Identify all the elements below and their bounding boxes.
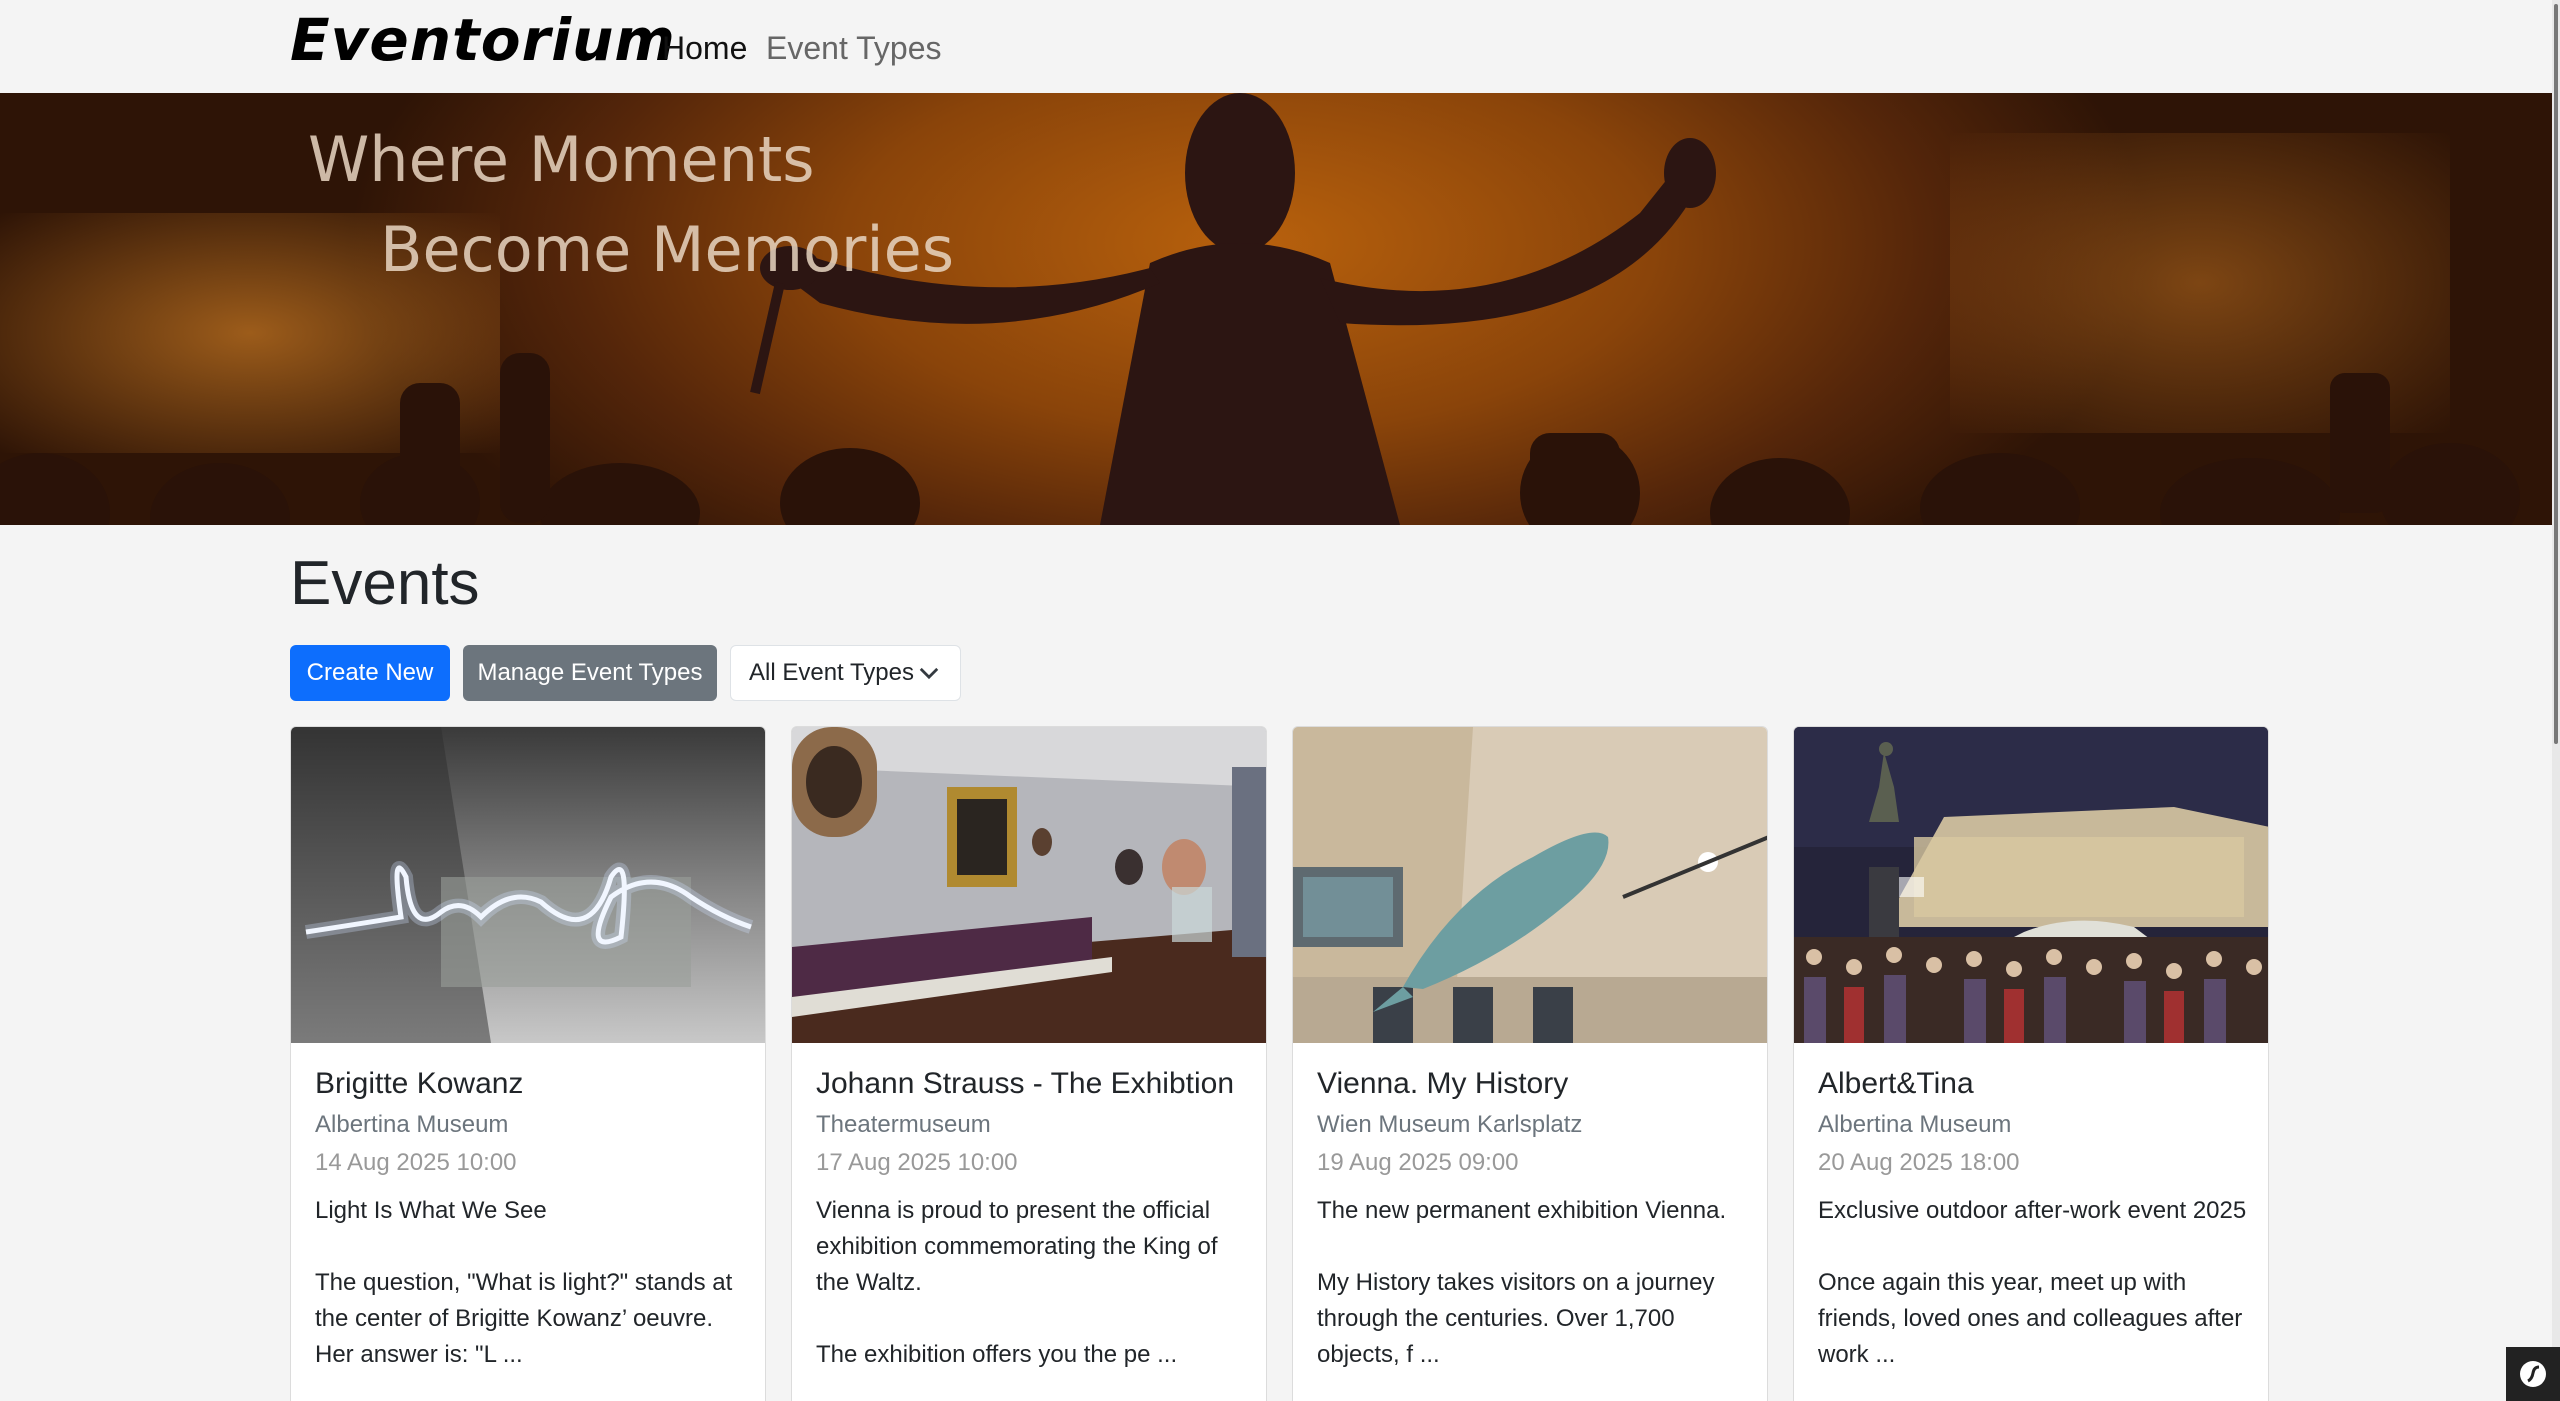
scrollbar-thumb[interactable]	[2554, 4, 2558, 744]
brand-logo[interactable]: Eventorium	[290, 6, 676, 74]
event-venue: Albertina Museum	[1818, 1111, 2012, 1138]
event-card[interactable]: Albert&Tina Albertina Museum 20 Aug 2025…	[1793, 726, 2269, 1401]
event-card[interactable]: Vienna. My History Wien Museum Karlsplat…	[1292, 726, 1768, 1401]
event-image-outdoor-night-event	[1794, 727, 2268, 1043]
page-scrollbar[interactable]	[2552, 0, 2560, 1401]
hero-tagline-line2: Become Memories	[380, 213, 955, 286]
event-image-light-installation	[291, 727, 765, 1043]
create-new-button[interactable]: Create New	[290, 645, 450, 701]
event-title[interactable]: Albert&Tina	[1818, 1067, 1974, 1101]
event-image-whale-museum-hall	[1293, 727, 1767, 1043]
event-description: Vienna is proud to present the official …	[816, 1197, 1218, 1368]
event-description: The new permanent exhibition Vienna. My …	[1317, 1197, 1727, 1368]
event-type-filter-select[interactable]: All Event Types	[730, 645, 961, 701]
event-description: Exclusive outdoor after-work event 2025 …	[1818, 1197, 2247, 1368]
event-venue: Albertina Museum	[315, 1111, 509, 1138]
event-title[interactable]: Vienna. My History	[1317, 1067, 1568, 1101]
event-image-museum-gallery	[792, 727, 1266, 1043]
chevron-down-icon	[918, 662, 940, 691]
event-date: 19 Aug 2025 09:00	[1317, 1149, 1519, 1176]
event-type-filter-value: All Event Types	[749, 659, 914, 686]
nav-event-types-link[interactable]: Event Types	[766, 30, 942, 67]
symfony-toolbar-icon[interactable]	[2506, 1347, 2560, 1401]
hero-tagline-line1: Where Moments	[308, 123, 815, 196]
event-date: 14 Aug 2025 10:00	[315, 1149, 517, 1176]
event-date: 17 Aug 2025 10:00	[816, 1149, 1018, 1176]
manage-event-types-button[interactable]: Manage Event Types	[463, 645, 717, 701]
hero-banner: Where Moments Become Memories	[0, 93, 2552, 525]
event-title[interactable]: Brigitte Kowanz	[315, 1067, 523, 1101]
nav-home-link[interactable]: Home	[662, 30, 747, 67]
page-title: Events	[290, 549, 480, 618]
event-venue: Wien Museum Karlsplatz	[1317, 1111, 1583, 1138]
event-card[interactable]: Brigitte Kowanz Albertina Museum 14 Aug …	[290, 726, 766, 1401]
event-venue: Theatermuseum	[816, 1111, 991, 1138]
event-title[interactable]: Johann Strauss - The Exhibtion	[816, 1067, 1234, 1101]
event-card[interactable]: Johann Strauss - The Exhibtion Theatermu…	[791, 726, 1267, 1401]
navbar: Eventorium Home Event Types	[0, 0, 2552, 93]
event-date: 20 Aug 2025 18:00	[1818, 1149, 2020, 1176]
event-description: Light Is What We See The question, "What…	[315, 1197, 733, 1368]
